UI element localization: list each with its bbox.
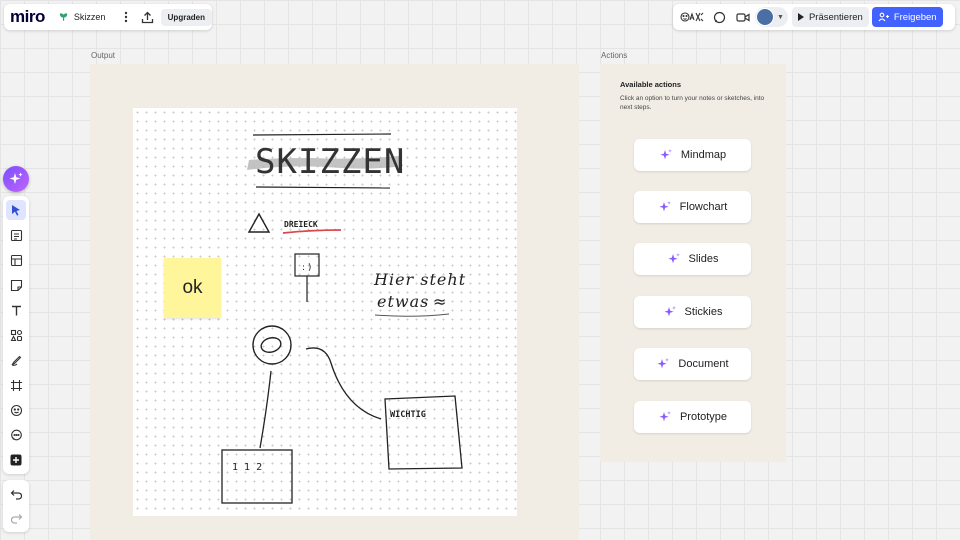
select-tool[interactable]	[6, 200, 26, 220]
note-line-1: Hier steht	[373, 270, 466, 289]
template-tool[interactable]	[6, 250, 26, 270]
ai-assist-button[interactable]	[3, 166, 29, 192]
prototype-action-button[interactable]: Prototype	[634, 401, 751, 433]
sticker-tool[interactable]	[6, 400, 26, 420]
board-icon	[59, 13, 68, 21]
comment-tool[interactable]	[6, 425, 26, 445]
text-tool[interactable]	[6, 300, 26, 320]
miro-logo[interactable]: miro	[10, 7, 45, 27]
avatar	[756, 8, 774, 26]
history-toolbar	[3, 480, 29, 532]
triangle-underline	[282, 229, 342, 234]
output-frame-label: Output	[91, 51, 116, 60]
export-icon[interactable]	[141, 8, 155, 26]
triangle-label: DREIECK	[284, 220, 318, 229]
collaboration-bar: ▼ Präsentieren Freigeben	[673, 4, 955, 30]
actions-title: Available actions	[620, 80, 681, 89]
small-box-label: 1 1 2	[232, 462, 262, 473]
board-header: miro Skizzen Upgraden	[4, 4, 212, 30]
note-tilde: ≈	[433, 292, 446, 311]
mindmap-action-button[interactable]: Mindmap	[634, 139, 751, 171]
share-label: Freigeben	[893, 11, 937, 23]
connector-down	[259, 370, 272, 449]
user-menu[interactable]: ▼	[755, 7, 788, 27]
circle-node	[252, 325, 292, 365]
shapes-tool[interactable]	[6, 325, 26, 345]
left-toolbar	[3, 196, 29, 474]
actions-frame-label: Actions	[601, 51, 628, 60]
important-box-label: WICHTIG	[390, 410, 426, 420]
frame-tool[interactable]	[6, 375, 26, 395]
sparkle-icon	[659, 201, 671, 212]
inner-ellipse	[260, 337, 282, 353]
video-icon[interactable]	[733, 7, 753, 27]
action-label: Stickies	[684, 306, 723, 318]
small-box	[221, 449, 293, 504]
action-label: Slides	[688, 253, 719, 265]
note-line-2: etwas	[377, 292, 429, 311]
present-button[interactable]: Präsentieren	[791, 7, 869, 27]
title-top-line	[252, 133, 392, 136]
action-label: Document	[678, 358, 729, 370]
note-underline	[374, 313, 450, 317]
present-label: Präsentieren	[808, 11, 863, 23]
action-label: Prototype	[679, 411, 728, 423]
board-name[interactable]: Skizzen	[74, 12, 106, 22]
sparkle-icon	[659, 411, 671, 422]
triangle-shape	[247, 212, 271, 233]
document-action-button[interactable]: Document	[634, 348, 751, 380]
share-button[interactable]: Freigeben	[871, 7, 943, 27]
pen-tool[interactable]	[6, 350, 26, 370]
redo-icon[interactable]	[6, 508, 26, 528]
more-options-icon[interactable]	[119, 8, 133, 26]
reactions-icon[interactable]	[679, 7, 705, 27]
action-label: Mindmap	[680, 149, 727, 161]
actions-description: Click an option to turn your notes or sk…	[620, 95, 765, 111]
sketch-title: SKIZZEN	[255, 142, 405, 182]
sparkle-icon	[660, 149, 672, 160]
comment-icon[interactable]	[709, 7, 729, 27]
action-label: Flowchart	[679, 201, 728, 213]
chevron-down-icon: ▼	[777, 13, 784, 21]
flowchart-action-button[interactable]: Flowchart	[634, 191, 751, 223]
slides-action-button[interactable]: Slides	[634, 243, 751, 275]
connector-curve	[305, 347, 382, 420]
sparkle-icon	[657, 358, 670, 369]
play-icon	[797, 13, 804, 21]
smiley-face: : )	[302, 263, 311, 273]
important-box	[384, 395, 463, 470]
more-tools-button[interactable]	[6, 450, 26, 470]
sparkle-icon	[9, 172, 23, 184]
stickies-action-button[interactable]: Stickies	[634, 296, 751, 328]
undo-icon[interactable]	[6, 484, 26, 504]
sticky-note[interactable]: ok	[164, 258, 221, 318]
share-users-icon	[878, 12, 889, 22]
sticky-note-tool[interactable]	[6, 275, 26, 295]
text-list-tool[interactable]	[6, 225, 26, 245]
sticky-note-text: ok	[182, 277, 203, 298]
title-bottom-line	[255, 186, 391, 189]
sparkle-icon	[667, 253, 680, 264]
upgrade-button[interactable]: Upgraden	[160, 8, 212, 26]
actions-frame: Available actions Click an option to tur…	[600, 64, 786, 462]
sparkle-icon	[663, 306, 676, 317]
